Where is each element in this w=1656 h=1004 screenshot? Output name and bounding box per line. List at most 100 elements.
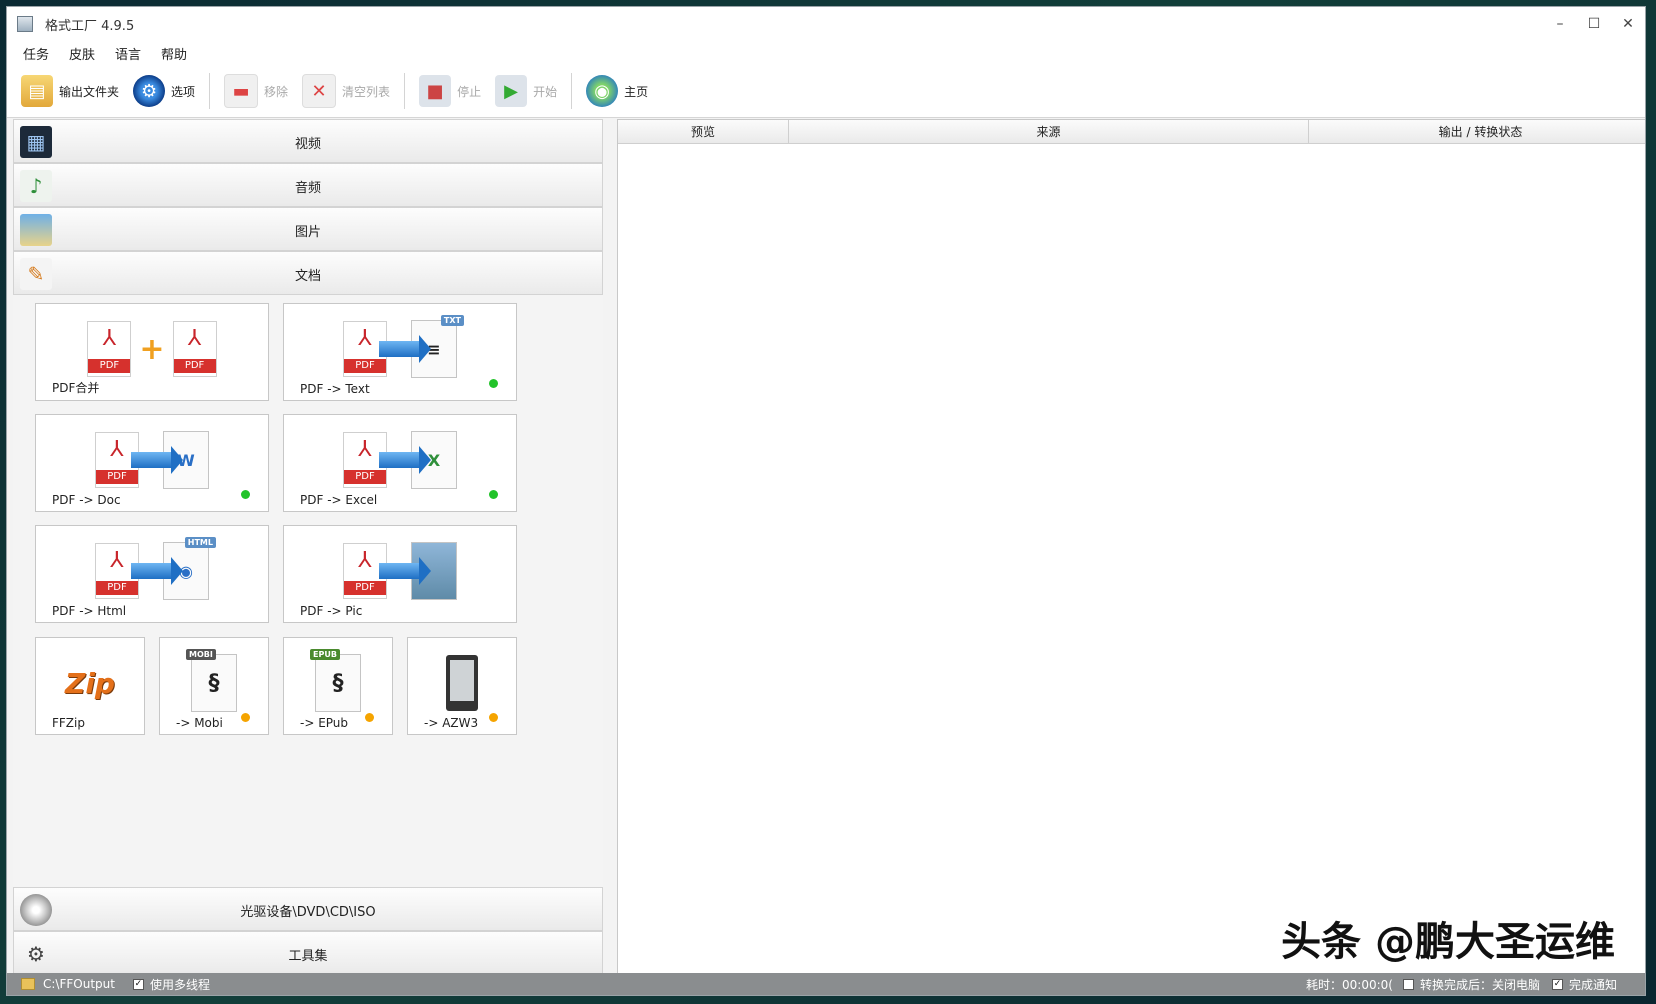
- category-video-label: 视频: [294, 137, 321, 152]
- tile-to-epub[interactable]: § EPUB -> EPub: [283, 637, 393, 735]
- multithread-label: 使用多线程: [149, 977, 210, 992]
- toolbar-separator: [209, 73, 211, 109]
- tile-pdf-to-text[interactable]: ⅄ PDF ≡ TXT PDF -> Text: [283, 303, 517, 401]
- column-header-preview[interactable]: 预览: [618, 120, 789, 144]
- ffzip-art: Zip: [36, 648, 144, 718]
- ereader-icon: [446, 655, 478, 711]
- tile-pdf-to-html[interactable]: ⅄ PDF ◉ HTML PDF -> Html: [35, 525, 269, 623]
- category-tools-label: 工具集: [288, 949, 328, 964]
- stop-button[interactable]: ■ 停止: [419, 75, 481, 107]
- output-folder-label: 输出文件夹: [59, 84, 120, 99]
- after-done-checkbox[interactable]: 转换完成后：关闭电脑: [1402, 976, 1540, 993]
- azw3-art: [408, 648, 516, 718]
- category-panel: ▦ 视频 ♪ 音频 图片 ✎ 文档 ⅄ PDF + ⅄ PDF PDF合并 ⅄ PDF: [13, 119, 603, 975]
- category-audio[interactable]: ♪ 音频: [13, 163, 603, 207]
- status-dot-orange: [365, 713, 374, 722]
- stop-label: 停止: [457, 84, 482, 99]
- zip-icon: Zip: [65, 666, 115, 700]
- tile-to-azw3[interactable]: -> AZW3: [407, 637, 517, 735]
- multithread-checkbox[interactable]: ✓ 使用多线程: [132, 976, 210, 993]
- app-icon: [17, 16, 33, 32]
- category-video[interactable]: ▦ 视频: [13, 119, 603, 163]
- category-optical-label: 光驱设备\DVD\CD\ISO: [240, 905, 376, 920]
- main-window: 格式工厂 4.9.5 – ☐ ✕ 任务 皮肤 语言 帮助 ▤ 输出文件夹 ⚙ 选…: [6, 6, 1646, 996]
- start-button[interactable]: ▶ 开始: [495, 75, 557, 107]
- mobi-art: § MOBI: [160, 648, 268, 718]
- output-path[interactable]: C:\FFOutput: [43, 977, 115, 991]
- category-document[interactable]: ✎ 文档: [13, 251, 603, 295]
- tile-pdf-merge[interactable]: ⅄ PDF + ⅄ PDF PDF合并: [35, 303, 269, 401]
- toolbar-separator: [404, 73, 406, 109]
- home-button[interactable]: ◉ 主页: [586, 75, 648, 107]
- remove-icon: ▬: [224, 74, 259, 108]
- tile-ffzip[interactable]: Zip FFZip: [35, 637, 145, 735]
- column-header-output-status[interactable]: 输出 / 转换状态: [1309, 120, 1645, 144]
- toolbar: ▤ 输出文件夹 ⚙ 选项 ▬ 移除 ✕ 清空列表 ■ 停止 ▶ 开始 ◉ 主页: [7, 65, 1645, 118]
- checkbox-checked-icon: ✓: [132, 978, 144, 990]
- category-tools[interactable]: ⚙ 工具集: [13, 931, 603, 975]
- menu-help[interactable]: 帮助: [161, 44, 187, 63]
- tile-to-mobi[interactable]: § MOBI -> Mobi: [159, 637, 269, 735]
- checkbox-unchecked-icon: [1402, 978, 1414, 990]
- options-gear-icon: ⚙: [133, 75, 166, 107]
- options-label: 选项: [171, 84, 196, 99]
- menu-task[interactable]: 任务: [23, 44, 49, 63]
- pdf-to-excel-art: ⅄ PDF X: [284, 425, 516, 495]
- options-button[interactable]: ⚙ 选项: [133, 75, 195, 107]
- clear-list-button[interactable]: ✕ 清空列表: [302, 74, 390, 108]
- pdf-file-icon: ⅄ PDF: [87, 321, 132, 377]
- tile-pdf-to-pic[interactable]: ⅄ PDF PDF -> Pic: [283, 525, 517, 623]
- pdf-to-pic-art: ⅄ PDF: [284, 536, 516, 606]
- pdf-to-html-art: ⅄ PDF ◉ HTML: [36, 536, 268, 606]
- menu-bar: 任务 皮肤 语言 帮助: [7, 41, 1645, 65]
- tile-pdf-to-excel-label: PDF -> Excel: [300, 493, 378, 507]
- tile-pdf-to-doc[interactable]: ⅄ PDF W PDF -> Doc: [35, 414, 269, 512]
- folder-icon: [21, 978, 35, 990]
- tile-pdf-merge-label: PDF合并: [52, 381, 100, 395]
- minimize-button[interactable]: –: [1543, 10, 1577, 38]
- category-document-label: 文档: [294, 269, 321, 284]
- start-icon: ▶: [495, 75, 528, 107]
- maximize-button[interactable]: ☐: [1577, 10, 1611, 38]
- arrow-right-icon: [131, 446, 183, 474]
- tile-pdf-to-pic-label: PDF -> Pic: [300, 604, 363, 618]
- tile-to-epub-label: -> EPub: [300, 716, 349, 730]
- menu-language[interactable]: 语言: [115, 44, 141, 63]
- column-header-source[interactable]: 来源: [789, 120, 1309, 144]
- menu-skin[interactable]: 皮肤: [69, 44, 95, 63]
- pdf-to-doc-art: ⅄ PDF W: [36, 425, 268, 495]
- globe-icon: ◉: [586, 75, 619, 107]
- category-optical[interactable]: 光驱设备\DVD\CD\ISO: [13, 887, 603, 931]
- after-done-label: 转换完成后：关闭电脑: [1419, 977, 1540, 992]
- status-dot-green: [241, 490, 250, 499]
- epub-file-icon: § EPUB: [310, 649, 361, 712]
- pdf-merge-art: ⅄ PDF + ⅄ PDF: [36, 314, 268, 384]
- arrow-right-icon: [379, 335, 431, 363]
- clear-list-icon: ✕: [302, 74, 337, 108]
- output-folder-button[interactable]: ▤ 输出文件夹: [21, 75, 119, 107]
- folder-icon: ▤: [21, 75, 53, 107]
- plus-icon: +: [139, 331, 165, 367]
- tile-to-mobi-label: -> Mobi: [176, 716, 223, 730]
- task-list[interactable]: 预览 来源 输出 / 转换状态: [617, 119, 1645, 975]
- status-bar: C:\FFOutput ✓ 使用多线程 耗时：00:00:0( 转换完成后：关闭…: [7, 973, 1645, 995]
- close-button[interactable]: ✕: [1611, 10, 1645, 38]
- notify-label: 完成通知: [1568, 977, 1617, 992]
- tile-pdf-to-excel[interactable]: ⅄ PDF X PDF -> Excel: [283, 414, 517, 512]
- arrow-right-icon: [379, 446, 431, 474]
- status-dot-green: [489, 379, 498, 388]
- arrow-right-icon: [131, 557, 183, 585]
- toolbar-separator: [571, 73, 573, 109]
- watermark-text: 头条 @鹏大圣运维: [1281, 919, 1615, 965]
- category-picture[interactable]: 图片: [13, 207, 603, 251]
- title-bar: 格式工厂 4.9.5 – ☐ ✕: [7, 7, 1645, 41]
- remove-label: 移除: [264, 84, 289, 99]
- category-picture-label: 图片: [294, 225, 321, 240]
- stop-icon: ■: [419, 75, 452, 107]
- tile-ffzip-label: FFZip: [52, 716, 85, 730]
- notify-checkbox[interactable]: ✓ 完成通知: [1551, 976, 1617, 993]
- clear-list-label: 清空列表: [342, 84, 391, 99]
- pdf-file-icon: ⅄ PDF: [172, 321, 217, 377]
- remove-button[interactable]: ▬ 移除: [224, 74, 288, 108]
- home-label: 主页: [624, 84, 649, 99]
